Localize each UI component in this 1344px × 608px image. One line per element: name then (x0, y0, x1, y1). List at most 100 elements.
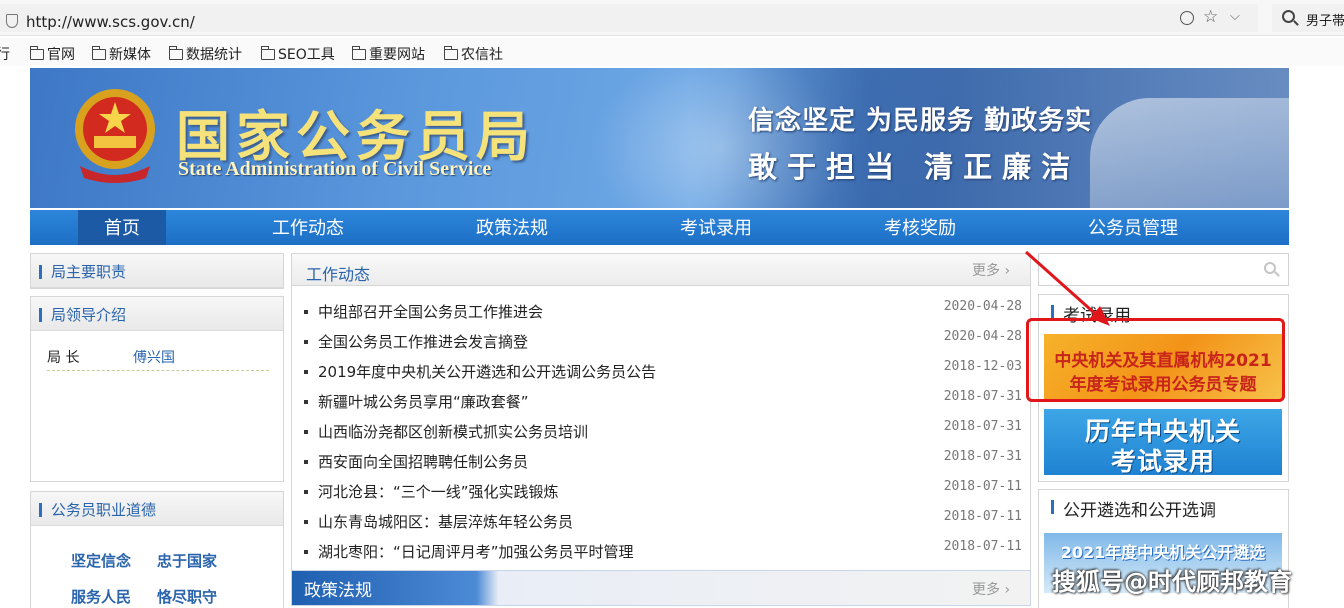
leaders-header[interactable]: 局领导介绍 (31, 297, 283, 331)
ethics-header[interactable]: 公务员职业道德 (31, 492, 283, 526)
news-date: 2018-07-31 (943, 449, 1022, 464)
news-title-link[interactable]: 中组部召开全国公务员工作推进会 (318, 301, 543, 322)
news-title-link[interactable]: 2019年度中央机关公开遴选和公开选调公务员公告 (318, 361, 656, 382)
section-bar-icon (1051, 305, 1054, 319)
news-date: 2020-04-28 (943, 329, 1022, 344)
nav-item-exam[interactable]: 考试录用 (664, 210, 768, 245)
news-date: 2018-07-11 (943, 479, 1022, 494)
news-date: 2018-12-03 (943, 359, 1022, 374)
site-search-input[interactable] (1038, 253, 1289, 286)
selection-banner-text: 2021年度中央机关公开遴选 (1060, 543, 1266, 562)
news-date: 2018-07-31 (943, 419, 1022, 434)
ethic-item: 坚定信念 (71, 552, 132, 570)
bullet-icon (304, 340, 308, 344)
bullet-icon (304, 520, 308, 524)
news-item[interactable]: 中组部召开全国公务员工作推进会 2020-04-28 (304, 298, 1024, 328)
news-item[interactable]: 西安面向全国招聘聘任制公务员 2018-07-31 (304, 448, 1024, 478)
news-item[interactable]: 2019年度中央机关公开遴选和公开选调公务员公告 2018-12-03 (304, 358, 1024, 388)
section-bar-icon (39, 265, 42, 279)
news-item[interactable]: 湖北枣阳：“日记周评月考”加强公务员平时管理 2018-07-11 (304, 538, 1024, 568)
nav-item-assessment[interactable]: 考核奖励 (868, 210, 972, 245)
work-news-header: 工作动态 更多 › (292, 254, 1030, 286)
ethic-item: 恪尽职守 (157, 588, 218, 606)
site-logo-subtitle: State Administration of Civil Service (178, 158, 492, 180)
bullet-icon (304, 490, 308, 494)
news-title-link[interactable]: 山东青岛城阳区：基层淬炼年轻公务员 (318, 511, 573, 532)
bullet-icon (304, 400, 308, 404)
star-icon[interactable]: ☆ (1203, 7, 1218, 27)
more-link[interactable]: 更多 › (972, 579, 1010, 599)
policy-title[interactable]: 政策法规 (304, 576, 372, 601)
banner-slogan-line1: 信念坚定 为民服务 勤政务实 (748, 106, 1093, 136)
duties-box: 局主要职责 (30, 253, 284, 289)
work-news-title[interactable]: 工作动态 (306, 261, 370, 285)
history-exam-banner[interactable]: 历年中央机关 考试录用 (1044, 409, 1282, 476)
news-title-link[interactable]: 河北沧县：“三个一线”强化实践锻炼 (318, 481, 559, 502)
news-item[interactable]: 河北沧县：“三个一线”强化实践锻炼 2018-07-11 (304, 478, 1024, 508)
folder-icon (352, 46, 366, 60)
banner-hand-graphic (1090, 98, 1289, 208)
bullet-icon (304, 430, 308, 434)
bookmark-folder[interactable]: 官网 (30, 44, 75, 64)
news-item[interactable]: 全国公务员工作推进会发言摘登 2020-04-28 (304, 328, 1024, 358)
news-title-link[interactable]: 西安面向全国招聘聘任制公务员 (318, 451, 528, 472)
duties-header[interactable]: 局主要职责 (31, 254, 283, 288)
translate-icon[interactable] (1180, 11, 1194, 25)
nav-item-policy[interactable]: 政策法规 (460, 210, 564, 245)
section-bar-icon (39, 308, 42, 322)
news-title-link[interactable]: 湖北枣阳：“日记周评月考”加强公务员平时管理 (318, 541, 634, 562)
url-field[interactable]: http://www.scs.gov.cn/ (0, 4, 1258, 32)
bookmark-folder[interactable]: 数据统计 (169, 44, 242, 64)
folder-icon (169, 46, 183, 60)
search-icon[interactable] (1264, 262, 1276, 274)
news-item[interactable]: 山西临汾尧都区创新模式抓实公务员培训 2018-07-31 (304, 418, 1024, 448)
main-nav: 首页 工作动态 政策法规 考试录用 考核奖励 公务员管理 (30, 210, 1289, 245)
highlight-box (1026, 318, 1285, 402)
leaders-title[interactable]: 局领导介绍 (51, 304, 126, 325)
browser-search-text[interactable]: 男子帯 (1306, 10, 1344, 29)
leader-name-link[interactable]: 傅兴国 (133, 347, 175, 367)
ethic-item: 忠于国家 (157, 552, 218, 570)
policy-panel-header: 政策法规 更多 › (291, 570, 1031, 606)
nav-item-home[interactable]: 首页 (78, 210, 166, 245)
news-item[interactable]: 山东青岛城阳区：基层淬炼年轻公务员 2018-07-11 (304, 508, 1024, 538)
ethics-box: 公务员职业道德 坚定信念 忠于国家 服务人民 恪尽职守 (30, 491, 284, 608)
browser-address-bar: http://www.scs.gov.cn/ ☆ ⌵ 男子帯 (0, 0, 1344, 36)
leader-role: 局 长 (47, 350, 80, 366)
bullet-icon (304, 550, 308, 554)
work-news-panel: 工作动态 更多 › 中组部召开全国公务员工作推进会 2020-04-28 全国公务员… (291, 253, 1031, 575)
folder-icon (30, 46, 44, 60)
bookmark-folder[interactable]: 农信社 (444, 44, 503, 64)
divider (47, 370, 269, 371)
selection-title[interactable]: 公开遴选和公开选调 (1063, 496, 1216, 521)
history-banner-line2: 考试录用 (1110, 447, 1215, 476)
more-link[interactable]: 更多 › (972, 260, 1010, 280)
nav-item-work-news[interactable]: 工作动态 (256, 210, 360, 245)
bullet-icon (304, 460, 308, 464)
shield-icon[interactable] (6, 14, 18, 28)
banner-slogan-line2: 敢于担当 清正廉洁 (748, 150, 1081, 184)
bookmark-folder[interactable]: SEO工具 (261, 44, 335, 64)
ethics-title[interactable]: 公务员职业道德 (51, 499, 156, 520)
leaders-box: 局领导介绍 局 长 傅兴国 (30, 296, 284, 482)
site-banner: 国家公务员局 State Administration of Civil Ser… (30, 68, 1289, 208)
news-title-link[interactable]: 山西临汾尧都区创新模式抓实公务员培训 (318, 421, 588, 442)
section-bar-icon (1051, 500, 1054, 514)
duties-title[interactable]: 局主要职责 (51, 261, 126, 282)
news-item[interactable]: 新疆叶城公务员享用“廉政套餐” 2018-07-31 (304, 388, 1024, 418)
news-date: 2018-07-11 (943, 509, 1022, 524)
nav-item-civil-servant-mgmt[interactable]: 公务员管理 (1074, 210, 1192, 245)
bookmark-item[interactable]: 行 (0, 44, 10, 64)
bookmark-folder[interactable]: 重要网站 (352, 44, 425, 64)
folder-icon (261, 46, 275, 60)
chevron-down-icon[interactable]: ⌵ (1230, 9, 1240, 24)
news-title-link[interactable]: 全国公务员工作推进会发言摘登 (318, 331, 528, 352)
section-bar-icon (39, 503, 42, 517)
search-icon[interactable] (1282, 10, 1295, 23)
news-title-link[interactable]: 新疆叶城公务员享用“廉政套餐” (318, 391, 529, 412)
url-text[interactable]: http://www.scs.gov.cn/ (26, 13, 195, 31)
bookmark-folder[interactable]: 新媒体 (92, 44, 151, 64)
national-emblem-logo[interactable] (70, 84, 160, 184)
bullet-icon (304, 310, 308, 314)
bookmarks-bar: 行 官网 新媒体 数据统计 SEO工具 重要网站 农信社 (0, 38, 1344, 66)
